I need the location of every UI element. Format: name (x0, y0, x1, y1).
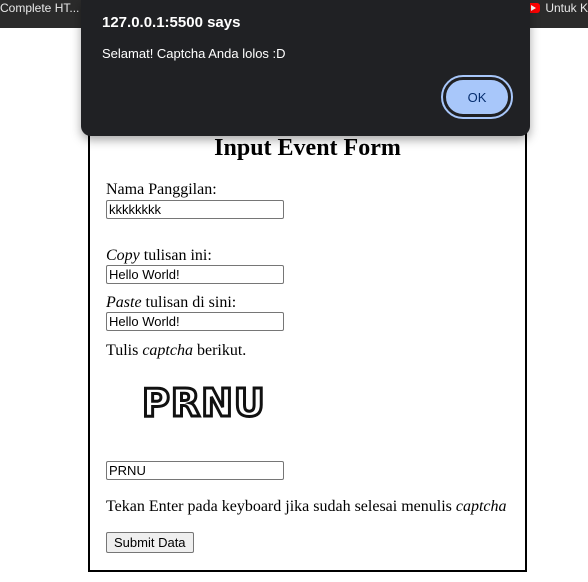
input-event-form: Input Event Form Nama Panggilan: Copy tu… (88, 115, 527, 572)
bookmark-complete-html[interactable]: Complete HT... (0, 1, 79, 15)
enter-hint-emphasis: captcha (455, 498, 507, 515)
captcha-prompt-emphasis: captcha (142, 342, 193, 359)
paste-label-text: tulisan di sini: (141, 294, 237, 311)
enter-hint-text: Tekan Enter pada keyboard jika sudah sel… (106, 498, 456, 515)
captcha-input[interactable] (106, 461, 284, 480)
bookmark-untuk-label: Untuk K (545, 1, 588, 15)
copy-label-emphasis: Copy (106, 247, 140, 264)
paste-label-emphasis: Paste (106, 294, 142, 311)
submit-button[interactable]: Submit Data (106, 532, 194, 553)
alert-title: 127.0.0.1:5500 says (102, 14, 241, 31)
copy-label: Copy tulisan ini: (106, 247, 212, 265)
captcha-image: PRNU (141, 381, 267, 426)
ok-button[interactable]: OK (441, 75, 513, 119)
captcha-prompt-pre: Tulis (106, 342, 143, 359)
paste-label: Paste tulisan di sini: (106, 294, 236, 312)
alert-message: Selamat! Captcha Anda lolos :D (102, 46, 286, 61)
bookmark-untuk[interactable]: Untuk K (526, 1, 588, 15)
captcha-prompt-post: berikut. (192, 342, 247, 359)
copy-input[interactable] (106, 265, 284, 284)
nickname-label: Nama Panggilan: (106, 181, 217, 198)
form-title: Input Event Form (214, 135, 401, 161)
copy-label-text: tulisan ini: (139, 247, 212, 264)
paste-input[interactable] (106, 312, 284, 331)
alert-dialog: 127.0.0.1:5500 says Selamat! Captcha And… (81, 0, 530, 136)
nickname-input[interactable] (106, 200, 284, 219)
enter-hint: Tekan Enter pada keyboard jika sudah sel… (106, 498, 507, 516)
captcha-prompt: Tulis captcha berikut. (106, 342, 246, 360)
